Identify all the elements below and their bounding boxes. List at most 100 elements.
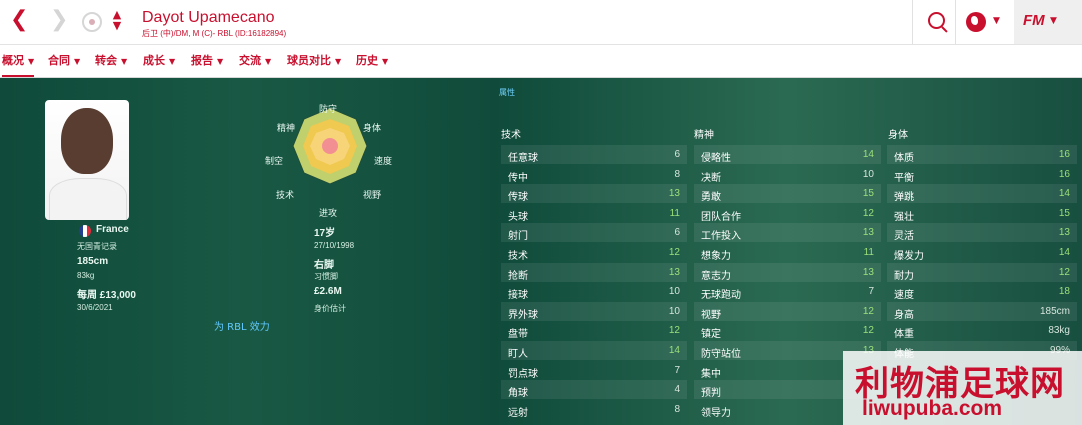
- chevron-down-icon[interactable]: ▼: [993, 16, 1000, 26]
- attribute-name: 爆发力: [894, 251, 924, 262]
- attribute-name: 预判: [701, 388, 721, 400]
- radar-label-mental: 精神: [277, 123, 296, 133]
- attribute-name: 耐力: [894, 270, 914, 282]
- attribute-row: 镇定 12: [694, 321, 881, 340]
- attribute-row: 团队合作 12: [694, 204, 881, 223]
- globe-icon[interactable]: [966, 12, 986, 32]
- attribute-value: 15: [862, 188, 874, 200]
- attribute-row: 侵略性 14: [694, 145, 881, 164]
- radar-label-attack: 进攻: [319, 208, 338, 218]
- attributes-header-link[interactable]: 属性: [499, 87, 515, 98]
- attribute-name: 接球: [508, 290, 528, 302]
- attribute-name: 罚点球: [508, 368, 538, 380]
- attribute-value: 8: [674, 168, 680, 180]
- radar-label-vision: 视野: [363, 190, 382, 200]
- attribute-value: 185cm: [1039, 305, 1070, 317]
- back-arrow-icon[interactable]: ❮: [10, 9, 28, 31]
- player-photo-head: [61, 108, 113, 174]
- attribute-name: 视野: [701, 309, 721, 321]
- fm-logo: FM: [1023, 12, 1045, 29]
- player-name-title: Dayot Upamecano: [142, 9, 275, 26]
- attribute-name: 无球跑动: [701, 290, 741, 302]
- attribute-row: 工作投入 13: [694, 223, 881, 243]
- attribute-row: 勇敢 15: [694, 184, 881, 204]
- attribute-value: 13: [862, 266, 874, 278]
- player-photo-body: [49, 178, 127, 220]
- attribute-value: 83kg: [1048, 325, 1070, 337]
- radar-center: [322, 138, 338, 154]
- attribute-row: 技术 12: [501, 243, 687, 262]
- attribute-value: 12: [862, 305, 874, 317]
- attribute-name: 盯人: [508, 349, 528, 360]
- attribute-row: 无球跑动 7: [694, 282, 881, 301]
- attribute-name: 体重: [894, 329, 914, 341]
- attribute-name: 传中: [508, 172, 528, 184]
- attribute-row: 想象力 11: [694, 243, 881, 262]
- preferred-foot: 右脚: [314, 260, 334, 271]
- chevron-down-icon: ▼: [1050, 16, 1057, 26]
- tab-transfer[interactable]: 转会 ▼: [95, 45, 127, 77]
- attribute-row: 任意球 6: [501, 145, 687, 164]
- height-value: 185cm: [77, 256, 109, 267]
- attribute-row: 射门 6: [501, 223, 687, 243]
- attribute-name: 界外球: [508, 309, 538, 321]
- attribute-value: 18: [1058, 286, 1070, 298]
- attribute-name: 体质: [894, 153, 914, 164]
- attribute-name: 镇定: [701, 329, 721, 341]
- forward-arrow-icon[interactable]: ❯: [50, 9, 68, 31]
- attribute-value: 14: [1058, 188, 1070, 200]
- attribute-value: 10: [668, 305, 680, 317]
- france-flag-icon: [79, 225, 91, 237]
- attribute-value: 6: [674, 149, 680, 160]
- attribute-name: 身高: [894, 309, 914, 321]
- tab-contract[interactable]: 合同 ▼: [48, 45, 80, 77]
- fm-menu-button[interactable]: FM ▼: [1014, 0, 1082, 44]
- mental-section-title: 精神: [694, 130, 714, 141]
- attribute-value: 12: [862, 207, 874, 219]
- search-icon[interactable]: [928, 12, 945, 29]
- attribute-value: 4: [674, 384, 680, 396]
- tab-compare[interactable]: 球员对比 ▼: [287, 45, 341, 77]
- attribute-value: 12: [862, 325, 874, 337]
- attribute-value: 12: [668, 325, 680, 337]
- attribute-name: 射门: [508, 231, 528, 243]
- attribute-name: 传球: [508, 192, 528, 204]
- header-divider: [955, 0, 956, 44]
- attribute-name: 头球: [508, 211, 528, 223]
- top-header: ❮ ❯ ▲ ▼ Dayot Upamecano 后卫 (中)/DM, M (C)-…: [0, 0, 1082, 45]
- attribute-row: 传球 13: [501, 184, 687, 204]
- attribute-row: 盘带 12: [501, 321, 687, 340]
- attribute-row: 界外球 10: [501, 301, 687, 321]
- tab-reports[interactable]: 报告 ▼: [191, 45, 223, 77]
- attribute-value: 15: [1058, 207, 1070, 219]
- radar-label-aerial: 制空: [265, 156, 284, 166]
- attribute-value: 16: [1058, 168, 1070, 180]
- attribute-row: 弹跳 14: [887, 184, 1077, 204]
- attribute-value: 14: [668, 345, 680, 356]
- tab-interaction[interactable]: 交流 ▼: [239, 45, 271, 77]
- radar-label-physical: 身体: [363, 123, 382, 133]
- attribute-row: 身高 185cm: [887, 301, 1077, 321]
- weight-value: 83kg: [77, 271, 95, 280]
- attribute-row: 耐力 12: [887, 262, 1077, 282]
- tab-history[interactable]: 历史 ▼: [356, 45, 388, 77]
- attribute-name: 灵活: [894, 231, 914, 243]
- attribute-value: 7: [868, 286, 874, 298]
- attribute-name: 领导力: [701, 407, 731, 419]
- tab-overview[interactable]: 概况 ▼: [2, 45, 35, 77]
- technical-section-title: 技术: [501, 130, 521, 141]
- player-switch-icon[interactable]: ▲ ▼: [111, 9, 123, 33]
- attribute-row: 抢断 13: [501, 262, 687, 282]
- birth-date: 27/10/1998: [314, 241, 355, 250]
- attribute-row: 罚点球 7: [501, 361, 687, 380]
- nationality: France: [96, 224, 129, 235]
- attribute-value: 16: [1058, 149, 1070, 160]
- attribute-name: 意志力: [701, 270, 731, 282]
- tab-development[interactable]: 成长 ▼: [143, 45, 175, 77]
- attribute-value: 13: [668, 188, 680, 200]
- club-join-link[interactable]: 为 RBL 效力: [214, 318, 270, 333]
- attribute-value: 12: [668, 247, 680, 258]
- attribute-value: 10: [668, 286, 680, 298]
- attribute-row: 角球 4: [501, 380, 687, 400]
- contract-end: 30/6/2021: [77, 303, 113, 312]
